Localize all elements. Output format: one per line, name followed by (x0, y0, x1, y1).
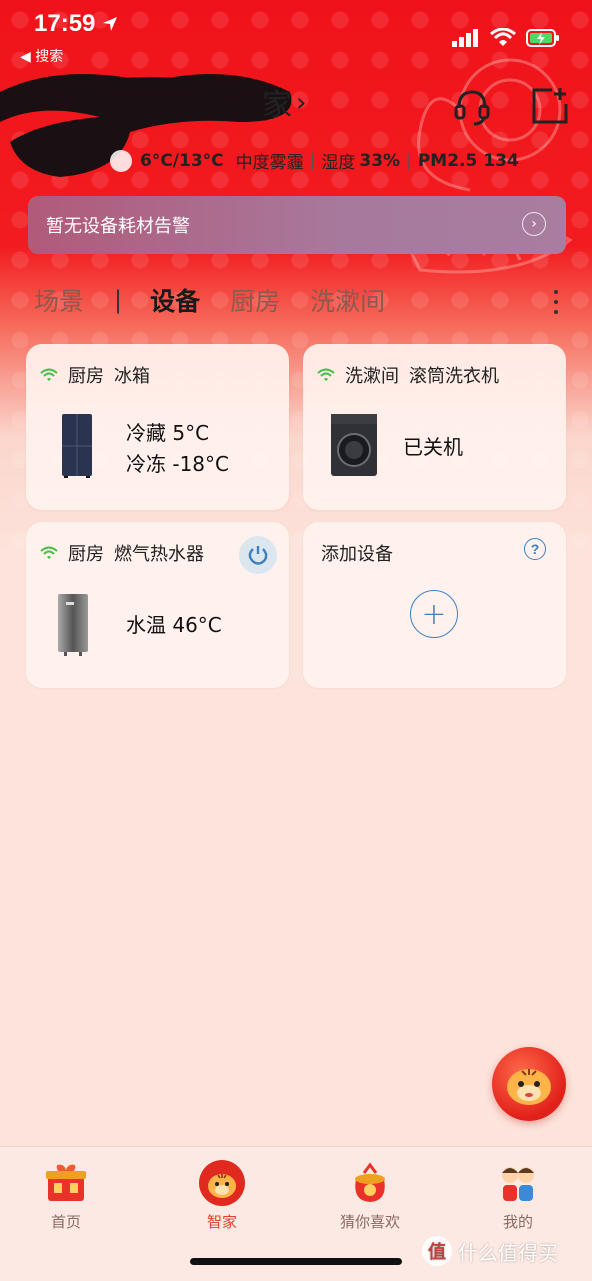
nav-profile[interactable]: 我的 (458, 1159, 578, 1232)
device-card-header: 厨房 冰箱 (40, 362, 150, 388)
alert-text: 暂无设备耗材告警 (46, 216, 190, 237)
device-name: 燃气热水器 (114, 544, 204, 565)
fridge-image (62, 414, 92, 478)
air-condition: 中度雾霾 (235, 153, 304, 173)
more-options-icon[interactable] (552, 290, 560, 314)
nav-smart-home[interactable]: 智家 (162, 1159, 282, 1232)
nav-recommendations[interactable]: 猜你喜欢 (310, 1159, 430, 1232)
wifi-status-icon (490, 28, 516, 46)
tiger-mascot-floating-button[interactable] (492, 1047, 566, 1121)
nav-label: 智家 (206, 1213, 237, 1231)
device-card-header: 洗漱间 滚筒洗衣机 (317, 362, 499, 388)
add-device-plus-button[interactable]: + (410, 590, 458, 638)
wifi-connected-icon (317, 368, 335, 381)
tiger-face-icon (507, 1069, 551, 1105)
divider: | (406, 150, 412, 171)
status-icons (452, 28, 560, 48)
battery-charging-icon (526, 29, 559, 47)
location-arrow-icon (103, 17, 117, 31)
add-device-label: 添加设备 (321, 544, 393, 565)
add-device-card[interactable]: 添加设备 ? + (303, 522, 566, 688)
paper-cut-tiger-decoration (397, 58, 573, 274)
device-name: 滚筒洗衣机 (409, 366, 499, 387)
water-heater-image (58, 594, 88, 656)
device-room: 厨房 (68, 544, 104, 565)
power-button[interactable] (239, 536, 277, 574)
watermark-text: 什么值得买 (458, 1240, 558, 1265)
add-device-header: 添加设备 (321, 540, 393, 566)
tab-devices[interactable]: 设备 (150, 282, 200, 318)
tiger-icon (199, 1160, 245, 1206)
washer-status: 已关机 (403, 435, 463, 459)
nav-label: 我的 (502, 1213, 533, 1231)
fridge-chill-temp: 冷藏 5°C (126, 421, 210, 445)
power-icon (248, 546, 268, 565)
divider: | (309, 150, 316, 171)
humidity-value: 33% (359, 150, 401, 171)
wifi-connected-icon (40, 546, 58, 559)
room-tabs: 场景 | 设备 厨房 洗漱间 (34, 282, 415, 318)
kids-icon (502, 1167, 534, 1201)
weather-summary: 6°C/13°C 中度雾霾 | 湿度 33% | PM2.5 134 (110, 148, 519, 173)
home-indicator[interactable] (190, 1258, 402, 1265)
nav-label: 猜你喜欢 (339, 1213, 400, 1231)
temperature-range: 6°C/13°C (140, 150, 224, 171)
device-room: 厨房 (68, 366, 104, 387)
device-card-header: 厨房 燃气热水器 (40, 540, 204, 566)
status-time: 17:59 (34, 10, 96, 37)
washing-machine-image (331, 414, 377, 476)
pm-label: PM2.5 (417, 150, 478, 171)
device-room: 洗漱间 (345, 366, 399, 387)
smzdm-watermark: 值 什么值得买 (422, 1236, 558, 1266)
tab-bathroom[interactable]: 洗漱间 (310, 282, 385, 318)
gift-box-icon (46, 1164, 86, 1201)
customer-service-icon[interactable] (452, 86, 492, 126)
pm-value: 134 (483, 150, 519, 171)
lucky-bag-icon (355, 1162, 385, 1202)
chevron-right-icon[interactable]: › (296, 88, 306, 118)
fridge-readings: 冷藏 5°C 冷冻 -18°C (126, 418, 229, 480)
chevron-right-circle-icon[interactable]: › (522, 212, 546, 236)
nav-label: 首页 (50, 1213, 81, 1231)
wifi-connected-icon (40, 368, 58, 381)
weather-sun-icon (110, 149, 132, 172)
home-name-suffix[interactable]: 家 (262, 80, 292, 124)
device-card-fridge[interactable]: 厨房 冰箱 冷藏 5°C 冷冻 -18°C (26, 344, 289, 510)
help-icon[interactable]: ? (524, 538, 546, 560)
water-temperature: 水温 46°C (126, 613, 222, 637)
fridge-freeze-temp: 冷冻 -18°C (126, 452, 229, 476)
device-card-washer[interactable]: 洗漱间 滚筒洗衣机 已关机 (303, 344, 566, 510)
cellular-signal-icon (452, 29, 478, 47)
device-name: 冰箱 (114, 366, 150, 387)
device-card-water-heater[interactable]: 厨房 燃气热水器 水温 46°C (26, 522, 289, 688)
add-device-corner-icon[interactable] (530, 86, 570, 126)
tab-divider: | (114, 286, 123, 314)
tab-kitchen[interactable]: 厨房 (230, 282, 280, 318)
nav-home[interactable]: 首页 (6, 1159, 126, 1232)
status-bar: 17:59 ◀ 搜索 (0, 0, 592, 65)
tab-scenes[interactable]: 场景 (34, 282, 84, 318)
watermark-badge: 值 (422, 1236, 452, 1266)
humidity-label: 湿度 (321, 153, 356, 173)
consumables-alert-banner[interactable]: 暂无设备耗材告警 › (28, 196, 566, 254)
